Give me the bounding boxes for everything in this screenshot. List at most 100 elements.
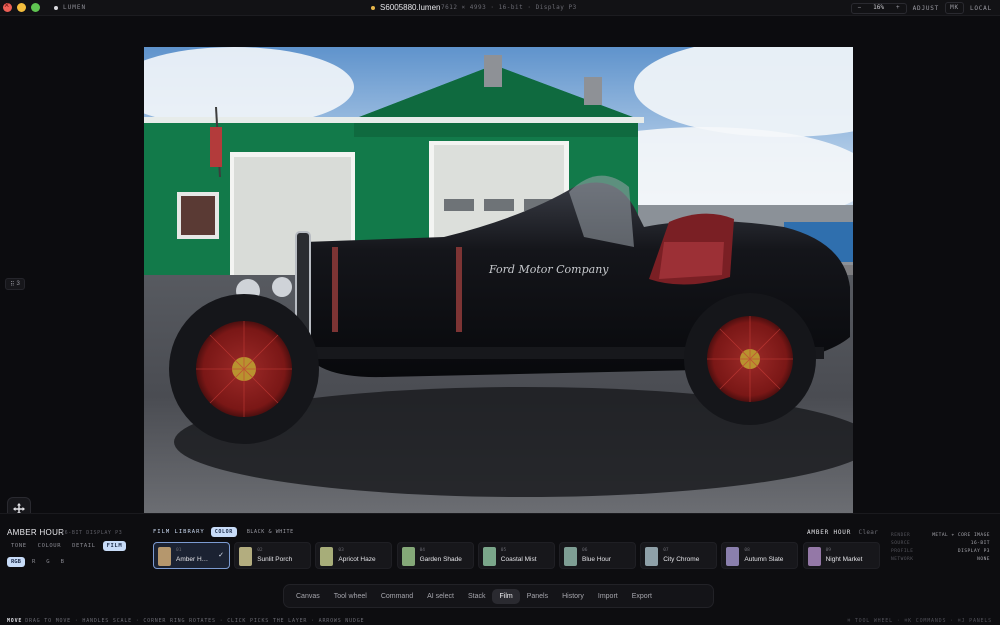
render-info-key: PROFILE	[891, 548, 914, 554]
preset-name: Blue Hour	[582, 556, 611, 563]
preset-number: 02	[257, 548, 263, 553]
render-info-value: 16-BIT	[970, 540, 990, 546]
channel-g[interactable]: G	[42, 557, 53, 567]
channel-b[interactable]: B	[57, 557, 68, 567]
preset-swatch	[158, 547, 171, 566]
dock-item-canvas[interactable]: Canvas	[289, 589, 327, 604]
look-title: AMBER HOUR	[7, 528, 65, 537]
dock-item-film[interactable]: Film	[492, 588, 520, 604]
layers-button[interactable]: ⠿ 3	[5, 278, 25, 290]
bottom-panel: AMBER HOUR 16-BIT DISPLAY P3 TONE COLOUR D…	[0, 513, 1000, 625]
window-maximize-button[interactable]	[31, 3, 40, 12]
dock-item-stack[interactable]: Stack	[461, 589, 493, 604]
local-mode-button[interactable]: LOCAL	[970, 5, 992, 12]
film-preset-card[interactable]: 01 Amber H… ✓	[153, 542, 230, 569]
render-info-value: DISPLAY P3	[957, 548, 990, 554]
render-info-key: NETWORK	[891, 556, 914, 562]
render-info-value: NONE	[977, 556, 990, 562]
user-avatar[interactable]: MK	[945, 2, 964, 14]
film-preset-card[interactable]: 09 Night Market	[802, 542, 880, 569]
preset-swatch	[726, 547, 740, 566]
dock-item-command[interactable]: Command	[374, 589, 420, 604]
preset-swatch	[320, 547, 334, 566]
preset-number: 07	[663, 548, 669, 553]
film-preset-card[interactable]: 03 Apricot Haze	[315, 542, 393, 569]
preset-swatch	[482, 547, 496, 566]
film-preset-card[interactable]: 07 City Chrome	[640, 542, 718, 569]
preset-number: 08	[744, 548, 750, 553]
tab-tone[interactable]: TONE	[7, 541, 31, 551]
current-mode: MOVE	[7, 618, 23, 624]
tab-color[interactable]: COLOR	[210, 527, 237, 537]
layers-icon: ⠿	[10, 281, 15, 288]
clear-film-button[interactable]: Clear	[859, 529, 879, 536]
film-preset-card[interactable]: 06 Blue Hour	[559, 542, 636, 569]
selected-film: AMBER HOUR Clear	[807, 529, 878, 536]
channel-r[interactable]: R	[28, 557, 39, 567]
app-logo-icon	[54, 6, 58, 10]
selected-film-label: AMBER HOUR	[807, 529, 852, 536]
photo-script-text: Ford Motor Company	[488, 263, 609, 276]
film-preset-card[interactable]: 08 Autumn Slate	[721, 542, 799, 569]
tab-film[interactable]: FILM	[102, 541, 127, 551]
preset-swatch	[564, 547, 577, 566]
dock-item-export[interactable]: Export	[625, 589, 659, 604]
canvas-area[interactable]: ⠿ 3 Ford Motor Company	[0, 16, 1000, 521]
tab-detail[interactable]: DETAIL	[68, 541, 99, 551]
film-preset-list: 01 Amber H… ✓ 02 Sunlit Porch 03 Apricot Haze 0…	[153, 542, 880, 570]
preset-number: 04	[419, 548, 426, 553]
film-preset-card[interactable]: 04 Garden Shade	[396, 542, 474, 569]
app-name: LUMEN	[63, 4, 87, 11]
dock-item-ai-select[interactable]: AI select	[420, 589, 461, 604]
look-meta: 16-BIT DISPLAY P3	[61, 530, 123, 536]
document-meta: 7612 × 4993 · 16-bit · Display P3	[441, 4, 577, 11]
film-preset-card[interactable]: 05 Coastal Mist	[477, 542, 555, 569]
dock-item-tool-wheel[interactable]: Tool wheel	[327, 589, 374, 604]
preset-name: Amber H…	[176, 556, 209, 563]
film-library-header: FILM LIBRARY COLOR BLACK & WHITE	[153, 527, 298, 537]
zoom-level[interactable]: 16%	[867, 3, 890, 13]
tab-black-white[interactable]: BLACK & WHITE	[243, 527, 298, 537]
render-info: RENDER METAL + CORE IMAGE SOURCE 16-BIT PROF…	[891, 531, 990, 563]
channel-tabs: RGB R G B	[7, 557, 68, 567]
tab-colour[interactable]: COLOUR	[34, 541, 65, 551]
adjust-tabs: TONE COLOUR DETAIL FILM	[7, 541, 127, 551]
render-info-row: PROFILE DISPLAY P3	[891, 547, 990, 555]
preset-number: 06	[582, 548, 588, 553]
zoom-control: − 16% +	[850, 2, 907, 14]
dock-item-import[interactable]: Import	[591, 589, 625, 604]
preset-swatch	[239, 547, 253, 566]
dock-item-history[interactable]: History	[555, 589, 591, 604]
film-preset-card[interactable]: 02 Sunlit Porch	[234, 542, 312, 569]
channel-rgb[interactable]: RGB	[7, 557, 25, 567]
render-info-value: METAL + CORE IMAGE	[932, 532, 990, 538]
window-close-button[interactable]	[3, 0, 12, 12]
preset-swatch	[401, 547, 415, 566]
preset-name: Autumn Slate	[744, 556, 784, 563]
preset-name: Sunlit Porch	[257, 556, 293, 563]
unsaved-indicator-icon	[371, 6, 375, 10]
adjust-button[interactable]: ADJUST	[913, 5, 939, 12]
render-info-row: SOURCE 16-BIT	[891, 539, 990, 547]
preset-swatch	[645, 547, 659, 566]
keyboard-shortcuts: ⌘ TOOL WHEEL · ⌘K COMMANDS · ⌘J PANELS	[847, 618, 992, 624]
preset-swatch	[807, 547, 821, 566]
window-minimize-button[interactable]	[17, 3, 26, 12]
title-bar: LUMEN S6005880.lumen 7612 × 4993 · 16-bi…	[0, 0, 1000, 16]
preset-name: Night Market	[825, 556, 863, 563]
render-info-row: NETWORK NONE	[891, 555, 990, 563]
preset-number: 03	[338, 548, 344, 553]
render-info-row: RENDER METAL + CORE IMAGE	[891, 531, 990, 539]
preset-number: 01	[176, 548, 182, 553]
bottom-dock: Canvas Tool wheel Command AI select Stack Fil…	[283, 584, 714, 608]
preset-number: 05	[500, 548, 507, 553]
photo-layer[interactable]: Ford Motor Company	[144, 47, 853, 518]
layer-count: 3	[16, 281, 20, 287]
hint-text: DRAG TO MOVE · HANDLES SCALE · CORNER RI…	[25, 618, 365, 624]
status-footer: MOVE DRAG TO MOVE · HANDLES SCALE · CORNE…	[0, 615, 1000, 625]
photo-image: Ford Motor Company	[144, 47, 853, 518]
zoom-in-button[interactable]: +	[890, 3, 906, 13]
dock-item-panels[interactable]: Panels	[520, 589, 555, 604]
zoom-out-button[interactable]: −	[852, 3, 868, 13]
film-library-label: FILM LIBRARY	[153, 529, 205, 535]
